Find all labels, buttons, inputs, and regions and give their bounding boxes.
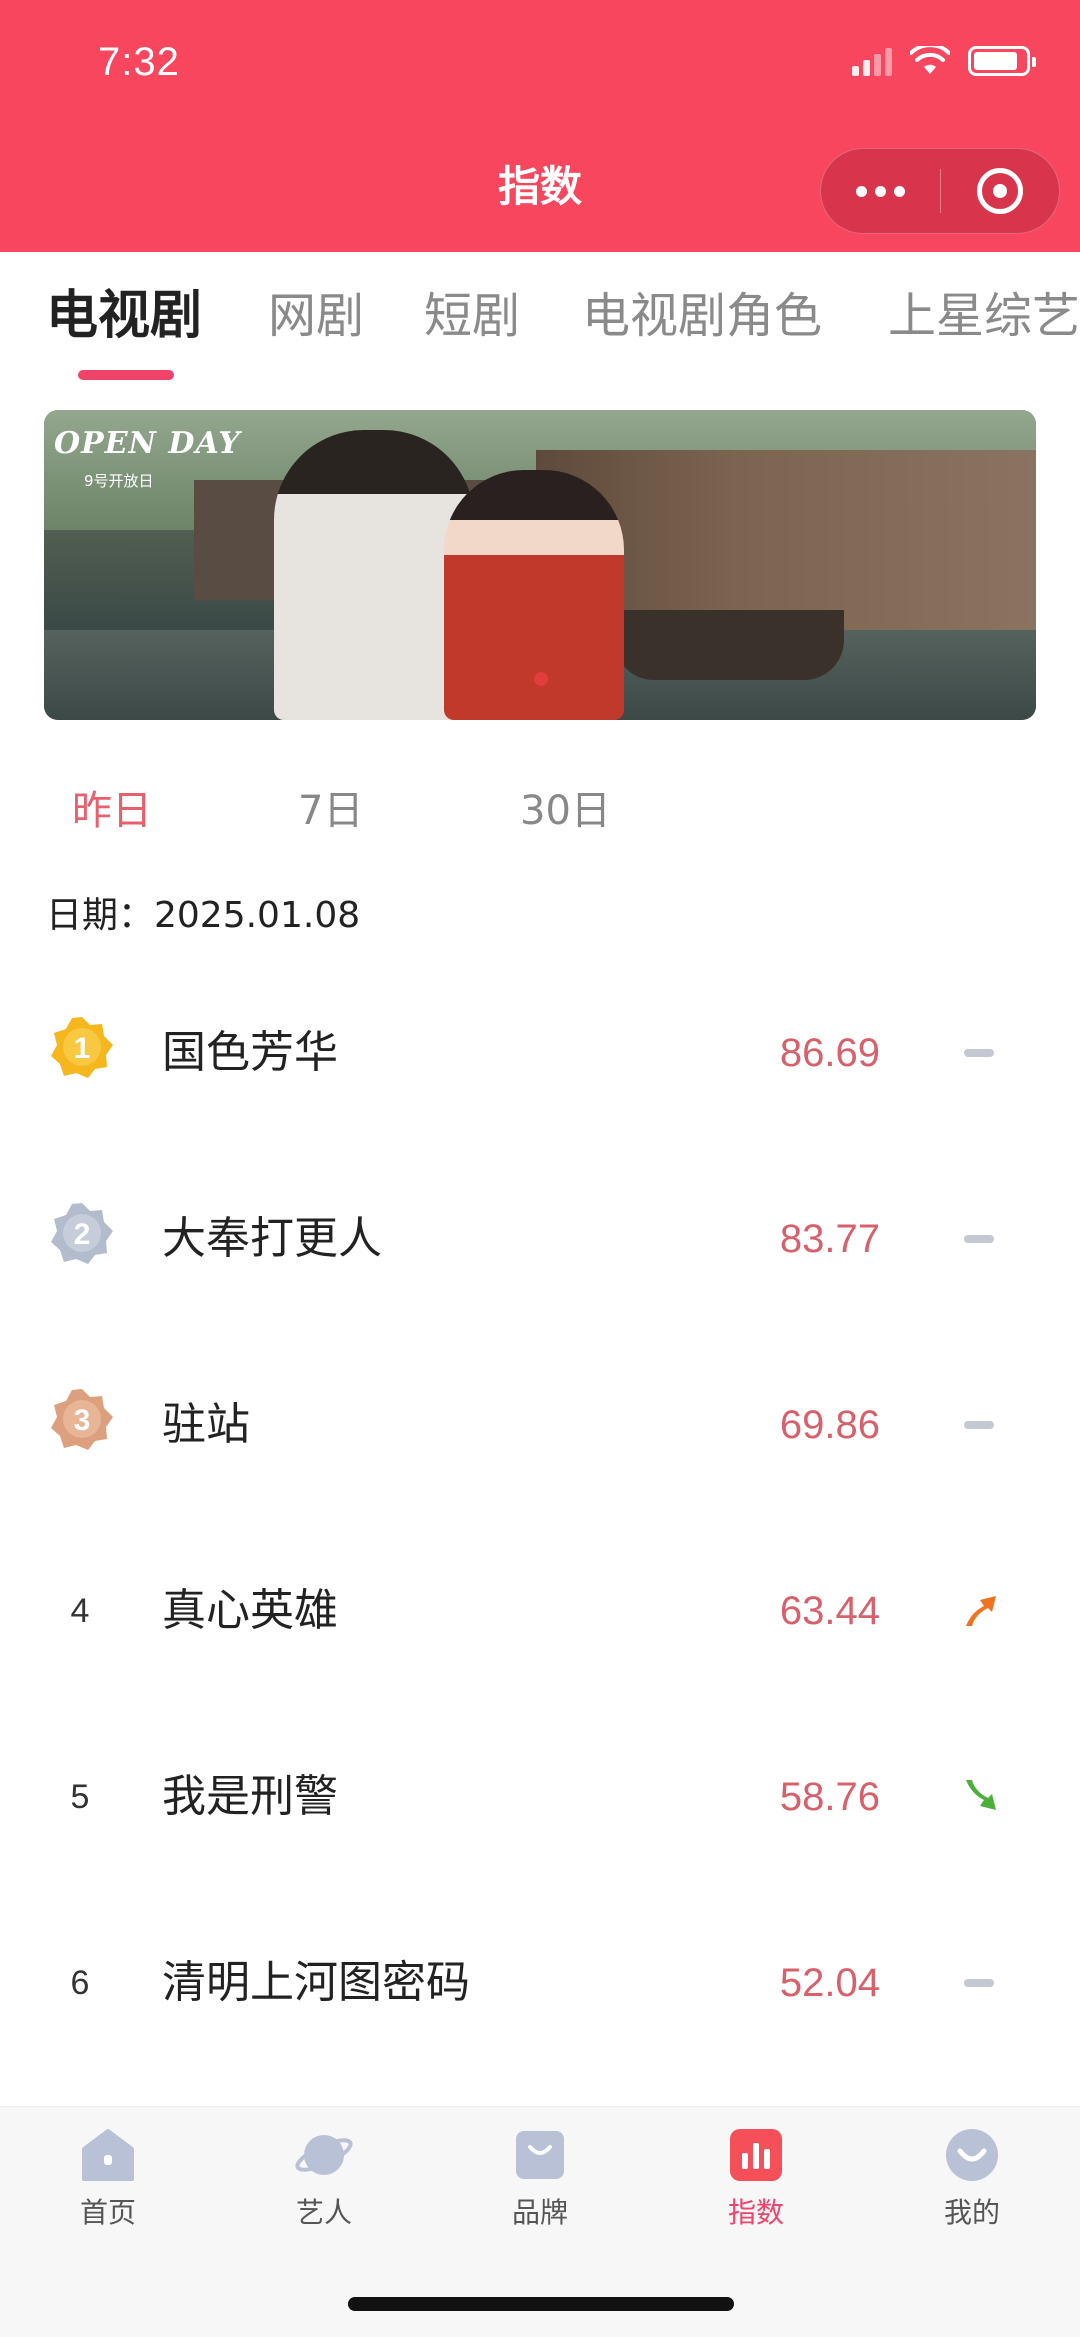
status-time: 7:32 bbox=[98, 40, 180, 84]
ranking-row[interactable]: 4 真心英雄 63.44 bbox=[0, 1518, 1080, 1704]
period-7-days[interactable]: 7日 bbox=[298, 778, 363, 836]
banner-pagination-dot bbox=[534, 672, 548, 686]
tab-tv-series[interactable]: 电视剧 bbox=[46, 286, 202, 346]
show-title: 国色芳华 bbox=[162, 1027, 338, 1078]
trend-flat-icon bbox=[964, 1049, 994, 1057]
show-title: 驻站 bbox=[162, 1399, 250, 1450]
app-header: 7:32 指数 bbox=[0, 0, 1080, 252]
tab-tv-roles[interactable]: 电视剧角色 bbox=[582, 286, 822, 346]
medal-rank-number: 3 bbox=[74, 1404, 91, 1437]
ranking-date: 日期：2025.01.08 bbox=[46, 895, 361, 936]
rank-number: 6 bbox=[70, 1964, 90, 2002]
tab-short-drama[interactable]: 短剧 bbox=[424, 286, 520, 346]
show-title: 大奉打更人 bbox=[162, 1213, 382, 1264]
miniprogram-capsule bbox=[820, 148, 1060, 234]
banner-logo: OPEN DAY bbox=[54, 426, 241, 461]
show-title: 真心英雄 bbox=[162, 1585, 338, 1636]
trend-flat-icon bbox=[964, 1235, 994, 1243]
battery-icon bbox=[968, 46, 1036, 76]
nav-label: 品牌 bbox=[511, 2196, 568, 2229]
nav-brands[interactable]: 品牌 bbox=[480, 2125, 600, 2231]
rank-number: 5 bbox=[70, 1778, 90, 1816]
nav-label: 我的 bbox=[943, 2196, 1000, 2229]
medal-rank-number: 1 bbox=[74, 1032, 91, 1065]
index-score: 58.76 bbox=[779, 1775, 880, 1819]
status-icons bbox=[852, 46, 1036, 76]
chart-icon bbox=[730, 2129, 782, 2181]
silver-medal-icon: 2 bbox=[51, 1203, 113, 1264]
index-score: 52.04 bbox=[779, 1961, 880, 2005]
nav-profile[interactable]: 我的 bbox=[912, 2125, 1032, 2231]
face-icon bbox=[946, 2129, 998, 2181]
promo-banner[interactable]: OPEN DAY 9号开放日 bbox=[44, 410, 1036, 720]
ranking-row[interactable]: 6 清明上河图密码 52.04 bbox=[0, 1890, 1080, 2076]
period-yesterday[interactable]: 昨日 bbox=[72, 778, 152, 836]
show-title: 我是刑警 bbox=[162, 1771, 338, 1822]
tab-web-series[interactable]: 网剧 bbox=[268, 286, 364, 346]
nav-label: 指数 bbox=[727, 2196, 784, 2229]
ranking-row[interactable]: 2 大奉打更人 83.77 bbox=[0, 1146, 1080, 1332]
nav-label: 首页 bbox=[79, 2196, 136, 2229]
planet-icon bbox=[295, 2135, 353, 2175]
rank-number: 4 bbox=[70, 1592, 90, 1630]
category-tabs: 电视剧 网剧 短剧 电视剧角色 上星综艺 bbox=[0, 252, 1080, 392]
medal-rank-number: 2 bbox=[74, 1218, 91, 1251]
nav-artists[interactable]: 艺人 bbox=[264, 2125, 384, 2231]
trend-up-icon bbox=[966, 1596, 996, 1626]
index-score: 69.86 bbox=[779, 1403, 880, 1447]
nav-label: 艺人 bbox=[295, 2196, 352, 2229]
index-score: 86.69 bbox=[779, 1031, 880, 1075]
gold-medal-icon: 1 bbox=[51, 1017, 113, 1078]
nav-index[interactable]: 指数 bbox=[696, 2125, 816, 2231]
active-tab-indicator bbox=[78, 370, 174, 380]
index-score: 63.44 bbox=[779, 1589, 880, 1633]
trend-flat-icon bbox=[964, 1421, 994, 1429]
tab-variety[interactable]: 上星综艺 bbox=[888, 286, 1080, 346]
close-miniprogram-button[interactable] bbox=[940, 168, 1059, 214]
ranking-row[interactable]: 3 驻站 69.86 bbox=[0, 1332, 1080, 1518]
more-options-button[interactable] bbox=[821, 185, 940, 197]
period-30-days[interactable]: 30日 bbox=[520, 778, 611, 836]
ranking-row[interactable]: 5 我是刑警 58.76 bbox=[0, 1704, 1080, 1890]
target-icon bbox=[976, 168, 1023, 214]
trend-flat-icon bbox=[964, 1979, 994, 1987]
show-title: 清明上河图密码 bbox=[162, 1957, 470, 2008]
home-icon bbox=[82, 2129, 134, 2181]
index-score: 83.77 bbox=[779, 1217, 880, 1261]
trend-down-icon bbox=[966, 1780, 996, 1810]
bronze-medal-icon: 3 bbox=[51, 1389, 113, 1450]
banner-logo-subtitle: 9号开放日 bbox=[84, 472, 154, 490]
bag-icon bbox=[516, 2131, 564, 2179]
home-indicator bbox=[348, 2297, 734, 2311]
signal-icon bbox=[852, 46, 892, 76]
ranking-row[interactable]: 1 国色芳华 86.69 bbox=[0, 960, 1080, 1146]
nav-home[interactable]: 首页 bbox=[48, 2125, 168, 2231]
wifi-icon bbox=[910, 46, 950, 74]
